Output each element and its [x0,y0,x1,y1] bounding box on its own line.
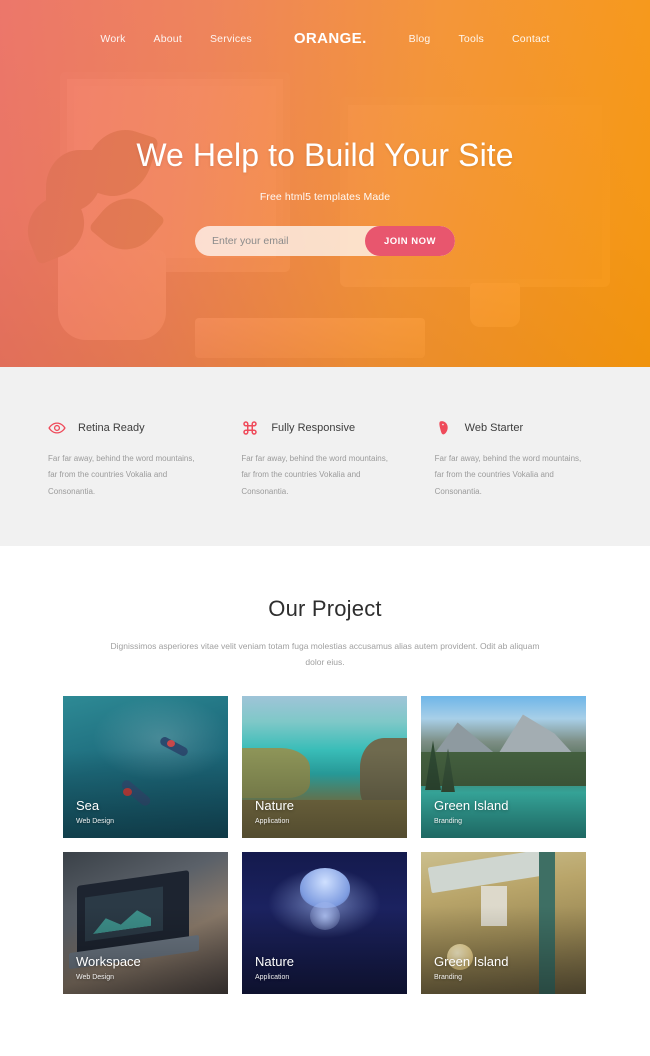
nav-link-blog[interactable]: Blog [409,33,431,45]
feature-title: Web Starter [464,422,524,434]
project-card[interactable]: Green Island Branding [421,696,586,839]
projects-subtitle: Dignissimos asperiores vitae velit venia… [110,641,540,667]
email-signup-form: JOIN NOW [195,226,455,256]
nav-link-tools[interactable]: Tools [458,33,484,45]
feature-fully-responsive: Fully Responsive Far far away, behind th… [241,419,408,546]
command-icon [241,419,259,437]
project-name: Sea [76,797,100,813]
nav-links-right: Blog Tools Contact [409,33,550,45]
feature-text: Far far away, behind the word mountains,… [241,454,388,496]
project-card[interactable]: Nature Application [242,852,407,995]
hero-title: We Help to Build Your Site [136,137,514,173]
join-now-button[interactable]: JOIN NOW [364,226,455,256]
project-name: Green Island [434,797,509,813]
feature-web-starter: Web Starter Far far away, behind the wor… [435,419,602,546]
projects-section: Our Project Dignissimos asperiores vitae… [0,546,650,995]
project-card[interactable]: Nature Application [242,696,407,839]
nav-links-left: Work About Services [100,33,251,45]
mouse-icon [435,419,453,437]
hero-content: We Help to Build Your Site Free html5 te… [0,0,650,367]
projects-grid: Sea Web Design Nature Application Green … [63,696,587,995]
projects-title: Our Project [268,596,382,621]
project-name: Workspace [76,953,141,969]
main-navigation: Work About Services ORANGE. Blog Tools C… [0,30,650,47]
brand-logo[interactable]: ORANGE. [294,30,367,47]
project-category: Application [255,818,290,826]
feature-retina-ready: Retina Ready Far far away, behind the wo… [48,419,215,546]
feature-text: Far far away, behind the word mountains,… [48,454,195,496]
project-name: Nature [255,797,295,813]
nav-link-about[interactable]: About [154,33,182,45]
project-card[interactable]: Workspace Web Design [63,852,228,995]
project-category: Application [255,974,290,982]
nav-link-services[interactable]: Services [210,33,252,45]
nav-link-work[interactable]: Work [100,33,125,45]
project-name: Nature [255,953,295,969]
nav-link-contact[interactable]: Contact [512,33,550,45]
eye-icon [48,419,66,437]
project-name: Green Island [434,953,509,969]
project-card[interactable]: Sea Web Design [63,696,228,839]
project-category: Branding [434,974,463,982]
project-category: Web Design [76,974,115,982]
project-card[interactable]: Green Island Branding [421,852,586,995]
hero-subtitle: Free html5 templates Made [259,191,391,203]
project-category: Branding [434,818,463,826]
feature-text: Far far away, behind the word mountains,… [434,454,582,496]
features-section: Retina Ready Far far away, behind the wo… [0,367,650,546]
email-input[interactable] [195,235,365,247]
hero-section: Work About Services ORANGE. Blog Tools C… [0,0,650,367]
feature-title: Retina Ready [78,422,145,434]
project-category: Web Design [76,818,115,826]
feature-title: Fully Responsive [271,422,356,434]
